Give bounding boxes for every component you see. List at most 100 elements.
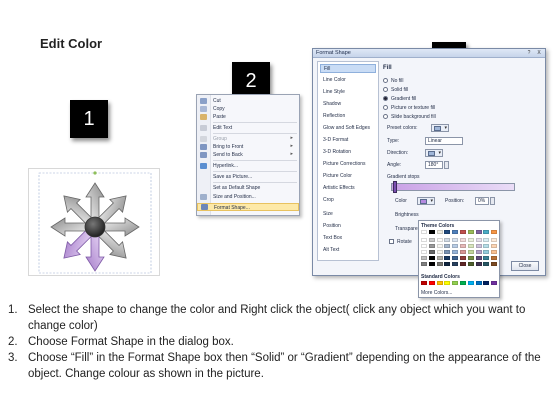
standard-color-swatch[interactable] [467,281,474,285]
theme-color-swatch[interactable] [460,250,466,254]
radio-picture-fill[interactable]: Picture or texture fill [383,104,435,111]
theme-color-swatch[interactable] [475,262,482,266]
standard-color-swatch[interactable] [436,281,443,285]
standard-color-swatch[interactable] [475,281,482,285]
theme-color-swatch[interactable] [467,230,474,234]
gradient-stop-handle[interactable] [393,181,397,193]
theme-color-swatch[interactable] [491,250,498,254]
theme-color-swatch[interactable] [444,256,451,260]
theme-color-swatch[interactable] [460,238,466,242]
arrow-segment[interactable] [102,217,140,237]
category-line-style[interactable]: Line Style [320,88,376,97]
theme-color-swatch[interactable] [452,262,459,266]
theme-color-swatch[interactable] [444,230,451,234]
theme-color-swatch[interactable] [421,256,427,260]
theme-color-swatch[interactable] [436,250,443,254]
rotate-with-shape-checkbox[interactable] [389,239,394,244]
menu-item-send-to-back[interactable]: Send to Back ▸ [197,151,299,159]
position-spinner[interactable] [490,197,495,205]
standard-color-swatch[interactable] [483,281,490,285]
category-crop[interactable]: Crop [320,196,376,205]
menu-item-format-shape[interactable]: Format Shape... [197,203,299,211]
theme-color-swatch[interactable] [483,250,490,254]
theme-color-swatch[interactable] [428,238,435,242]
theme-color-swatch[interactable] [460,256,466,260]
category-artistic-effects[interactable]: Artistic Effects [320,184,376,193]
position-input[interactable]: 0% [475,197,489,205]
category-alt-text[interactable]: Alt Text [320,246,376,255]
standard-color-swatch[interactable] [421,281,427,285]
arrow-segment[interactable] [85,234,105,272]
theme-color-swatch[interactable] [475,250,482,254]
angle-spinner[interactable] [444,161,449,169]
theme-color-swatch[interactable] [421,250,427,254]
theme-color-swatch[interactable] [483,256,490,260]
theme-color-swatch[interactable] [421,238,427,242]
theme-color-swatch[interactable] [428,230,435,234]
theme-color-swatch[interactable] [483,238,490,242]
theme-color-swatch[interactable] [491,244,498,248]
theme-color-swatch[interactable] [444,262,451,266]
theme-color-swatch[interactable] [421,230,427,234]
theme-color-swatch[interactable] [475,256,482,260]
standard-color-swatch[interactable] [452,281,459,285]
help-button[interactable]: ? [525,50,533,56]
menu-item-save-as-picture[interactable]: Save as Picture... [197,173,299,181]
theme-color-swatch[interactable] [467,256,474,260]
theme-color-swatch[interactable] [436,262,443,266]
arrow-star-shape[interactable] [29,169,161,277]
theme-color-swatch[interactable] [475,238,482,242]
theme-color-swatch[interactable] [428,250,435,254]
category-size[interactable]: Size [320,210,376,219]
theme-color-swatch[interactable] [491,230,498,234]
direction-button[interactable]: ▾ [425,149,443,157]
radio-gradient-fill[interactable]: Gradient fill [383,95,416,102]
preset-colors-button[interactable]: ▾ [431,124,449,132]
theme-color-swatch[interactable] [444,244,451,248]
more-colors-link[interactable]: More Colors... [421,290,452,296]
menu-item-cut[interactable]: Cut [197,97,299,105]
category-picture-color[interactable]: Picture Color [320,172,376,181]
radio-no-fill[interactable]: No fill [383,77,404,84]
menu-item-bring-to-front[interactable]: Bring to Front ▸ [197,143,299,151]
theme-color-swatch[interactable] [436,230,443,234]
category-position[interactable]: Position [320,222,376,231]
standard-color-swatch[interactable] [491,281,498,285]
theme-color-swatch[interactable] [483,262,490,266]
theme-color-swatch[interactable] [421,262,427,266]
theme-color-swatch[interactable] [436,256,443,260]
theme-color-swatch[interactable] [452,244,459,248]
theme-color-swatch[interactable] [444,238,451,242]
radio-slide-background-fill[interactable]: Slide background fill [383,113,436,120]
arrow-segment[interactable] [85,182,105,220]
menu-item-hyperlink[interactable]: Hyperlink... [197,162,299,170]
theme-color-swatch[interactable] [491,256,498,260]
theme-color-swatch[interactable] [467,250,474,254]
theme-color-swatch[interactable] [467,244,474,248]
standard-color-swatch[interactable] [444,281,451,285]
theme-color-swatch[interactable] [452,238,459,242]
category-text-box[interactable]: Text Box [320,234,376,243]
angle-input[interactable]: 180° [425,161,443,169]
category-glow-soft-edges[interactable]: Glow and Soft Edges [320,124,376,133]
close-button[interactable]: Close [511,261,539,271]
theme-color-swatch[interactable] [467,238,474,242]
theme-color-swatch[interactable] [452,256,459,260]
category-3d-format[interactable]: 3-D Format [320,136,376,145]
menu-item-paste[interactable]: Paste [197,113,299,121]
category-line-color[interactable]: Line Color [320,76,376,85]
theme-color-swatch[interactable] [444,250,451,254]
radio-solid-fill[interactable]: Solid fill [383,86,408,93]
theme-color-swatch[interactable] [483,244,490,248]
theme-color-swatch[interactable] [452,230,459,234]
category-fill[interactable]: Fill [320,64,376,73]
type-select[interactable]: Linear [425,137,463,145]
theme-color-swatch[interactable] [475,230,482,234]
category-3d-rotation[interactable]: 3-D Rotation [320,148,376,157]
theme-color-swatch[interactable] [436,238,443,242]
menu-item-edit-text[interactable]: Edit Text [197,124,299,132]
theme-color-swatch[interactable] [428,244,435,248]
shape-canvas[interactable] [28,168,160,276]
category-shadow[interactable]: Shadow [320,100,376,109]
theme-color-swatch[interactable] [436,244,443,248]
